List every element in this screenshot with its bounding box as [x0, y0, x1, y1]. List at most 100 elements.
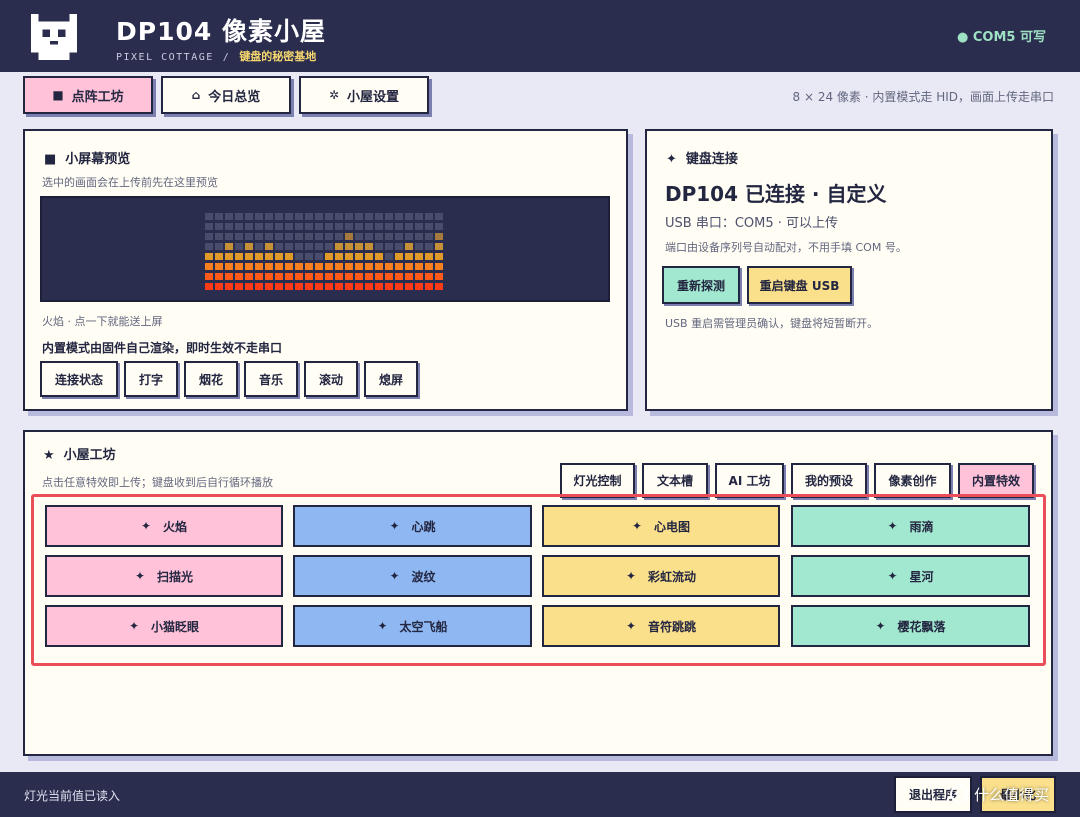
- star-icon: ★: [43, 448, 55, 463]
- led-pixel: [435, 213, 443, 220]
- effect-button-raindrops[interactable]: ✦ 雨滴: [791, 505, 1030, 547]
- effect-button-spaceship[interactable]: ✦ 太空飞船: [293, 605, 532, 647]
- led-pixel: [405, 273, 413, 280]
- led-pixel: [285, 253, 293, 260]
- mode-button-fireworks[interactable]: 烟花: [184, 361, 238, 397]
- mode-button-screen-off[interactable]: 熄屏: [364, 361, 418, 397]
- led-pixel: [315, 213, 323, 220]
- led-pixel: [205, 263, 213, 270]
- effect-button-scan-light[interactable]: ✦ 扫描光: [45, 555, 283, 597]
- led-pixel: [345, 283, 353, 290]
- effect-button-cat-blink[interactable]: ✦ 小猫眨眼: [45, 605, 283, 647]
- led-pixel: [305, 283, 313, 290]
- effect-label: 扫描光: [157, 569, 194, 584]
- led-pixel: [355, 223, 363, 230]
- led-pixel: [245, 263, 253, 270]
- led-pixel: [395, 223, 403, 230]
- led-pixel: [255, 273, 263, 280]
- led-pixel: [265, 273, 273, 280]
- effect-button-fire[interactable]: ✦ 火焰: [45, 505, 283, 547]
- led-pixel: [435, 263, 443, 270]
- tab-builtin-effects[interactable]: 内置特效: [958, 463, 1034, 498]
- effect-button-galaxy[interactable]: ✦ 星河: [791, 555, 1030, 597]
- led-pixel: [205, 283, 213, 290]
- led-pixel: [355, 253, 363, 260]
- effect-button-bouncing-notes[interactable]: ✦ 音符跳跳: [542, 605, 780, 647]
- led-pixel: [325, 213, 333, 220]
- led-pixel: [325, 243, 333, 250]
- reprobe-button[interactable]: 重新探测: [662, 266, 740, 304]
- led-pixel: [415, 233, 423, 240]
- led-pixel: [225, 233, 233, 240]
- tab-label: 今日总览: [208, 89, 261, 105]
- led-pixel: [235, 253, 243, 260]
- led-pixel: [205, 243, 213, 250]
- mode-button-music[interactable]: 音乐: [244, 361, 298, 397]
- led-pixel: [415, 213, 423, 220]
- led-pixel: [355, 273, 363, 280]
- led-pixel: [335, 263, 343, 270]
- tab-pixel-creation[interactable]: 像素创作: [874, 463, 951, 498]
- led-pixel: [365, 233, 373, 240]
- led-pixel: [385, 273, 393, 280]
- sparkle-icon: ✦: [666, 152, 677, 167]
- led-pixel: [405, 263, 413, 270]
- effect-button-heartbeat[interactable]: ✦ 心跳: [293, 505, 532, 547]
- led-pixel: [275, 213, 283, 220]
- led-pixel: [245, 233, 253, 240]
- pixel-cat-icon: [31, 14, 77, 60]
- tab-today-overview[interactable]: ⌂ 今日总览: [161, 76, 291, 114]
- led-pixel: [245, 283, 253, 290]
- led-pixel: [325, 273, 333, 280]
- tab-text-slot[interactable]: 文本槽: [642, 463, 708, 498]
- workshop-title-text: 小屋工坊: [63, 448, 116, 463]
- led-pixel: [325, 253, 333, 260]
- led-pixel: [275, 283, 283, 290]
- tab-my-presets[interactable]: 我的预设: [791, 463, 867, 498]
- led-pixel: [215, 253, 223, 260]
- tab-cottage-settings[interactable]: ✲ 小屋设置: [299, 76, 429, 114]
- led-pixel: [305, 233, 313, 240]
- led-pixel: [395, 253, 403, 260]
- mode-button-connection-status[interactable]: 连接状态: [40, 361, 118, 397]
- effect-button-ecg[interactable]: ✦ 心电图: [542, 505, 780, 547]
- subtitle-en: PIXEL COTTAGE: [116, 52, 214, 63]
- tab-dot-matrix-workshop[interactable]: ■ 点阵工坊: [23, 76, 153, 114]
- led-pixel: [205, 233, 213, 240]
- led-pixel: [345, 223, 353, 230]
- effect-button-sakura-fall[interactable]: ✦ 樱花飘落: [791, 605, 1030, 647]
- led-pixel: [415, 273, 423, 280]
- led-pixel: [325, 283, 333, 290]
- led-pixel: [295, 263, 303, 270]
- led-pixel: [365, 213, 373, 220]
- led-pixel: [395, 243, 403, 250]
- effect-button-rainbow-flow[interactable]: ✦ 彩虹流动: [542, 555, 780, 597]
- led-pixel: [375, 223, 383, 230]
- led-pixel: [235, 223, 243, 230]
- led-pixel: [235, 243, 243, 250]
- sparkle-icon: ✦: [377, 619, 388, 633]
- led-pixel: [395, 283, 403, 290]
- tab-light-control[interactable]: 灯光控制: [560, 463, 635, 498]
- led-pixel: [225, 213, 233, 220]
- led-pixel: [425, 283, 433, 290]
- led-pixel: [385, 263, 393, 270]
- effect-button-ripple[interactable]: ✦ 波纹: [293, 555, 532, 597]
- led-pixel: [295, 233, 303, 240]
- led-pixel: [405, 283, 413, 290]
- mode-button-typing[interactable]: 打字: [124, 361, 178, 397]
- sparkle-icon: ✦: [875, 619, 886, 633]
- mode-button-scroll[interactable]: 滚动: [304, 361, 358, 397]
- led-pixel: [255, 233, 263, 240]
- led-pixel: [205, 223, 213, 230]
- led-pixel: [375, 283, 383, 290]
- led-pixel: [335, 283, 343, 290]
- led-pixel: [285, 283, 293, 290]
- led-pixel: [315, 283, 323, 290]
- led-pixel: [225, 253, 233, 260]
- tab-ai-workshop[interactable]: AI 工坊: [715, 463, 784, 498]
- led-pixel: [345, 213, 353, 220]
- led-pixel: [285, 243, 293, 250]
- status-text: 灯光当前值已读入: [24, 789, 121, 803]
- restart-usb-button[interactable]: 重启键盘 USB: [747, 266, 852, 304]
